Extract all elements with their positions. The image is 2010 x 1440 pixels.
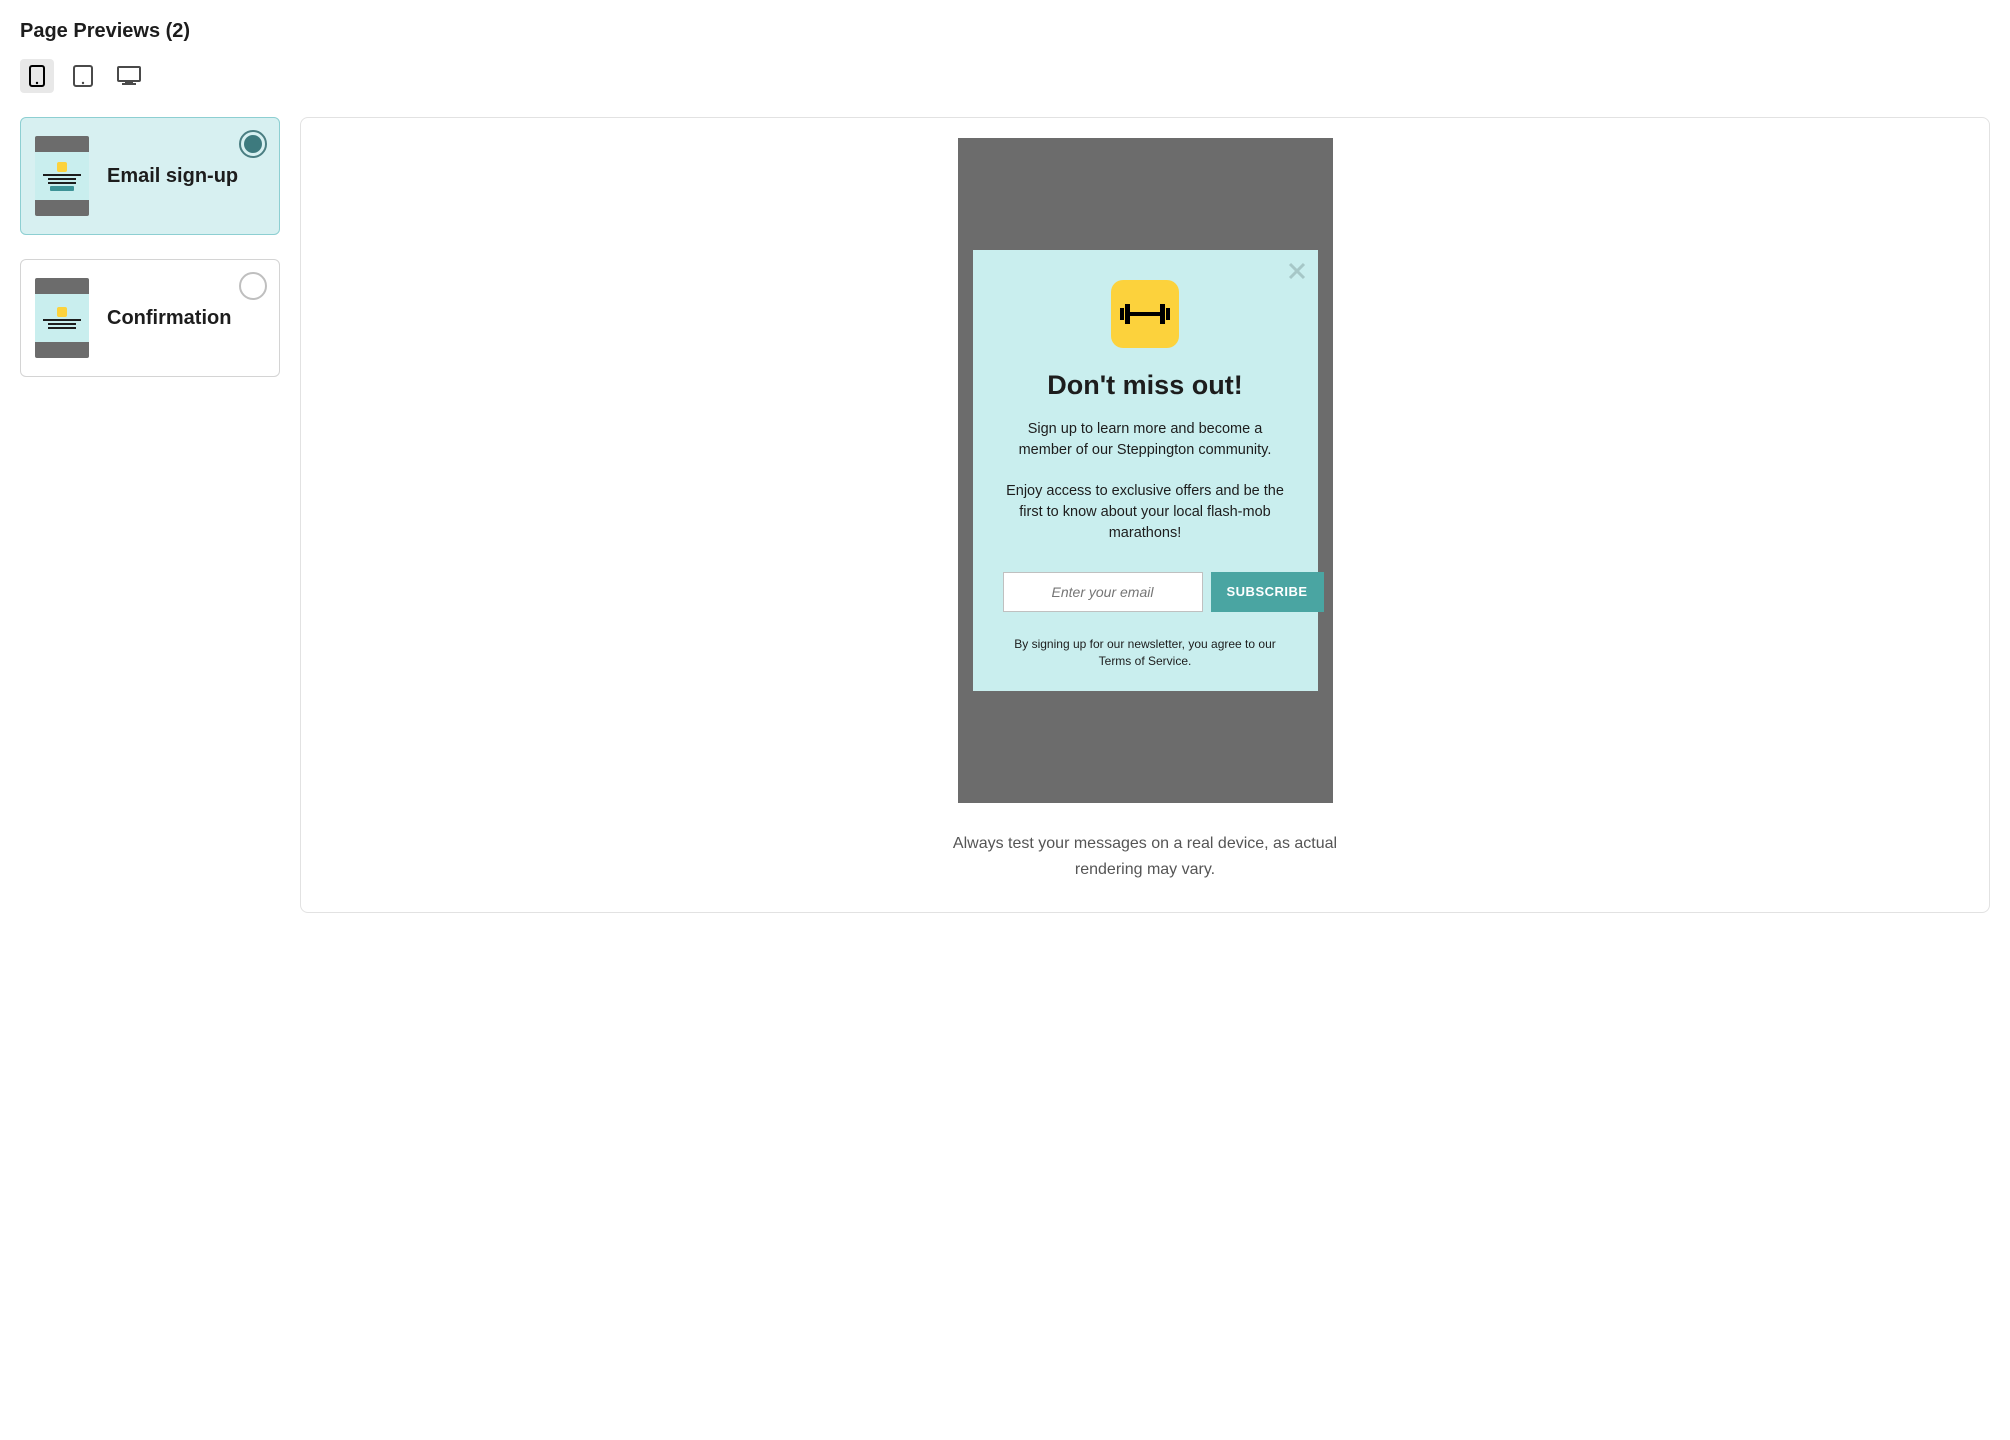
- signup-popup: Don't miss out! Sign up to learn more an…: [973, 250, 1318, 692]
- device-desktop-button[interactable]: [112, 59, 146, 93]
- popup-footer: By signing up for our newsletter, you ag…: [1003, 636, 1288, 670]
- preview-note: Always test your messages on a real devi…: [935, 831, 1355, 882]
- tablet-icon: [73, 65, 93, 87]
- popup-heading: Don't miss out!: [1003, 370, 1288, 401]
- desktop-icon: [117, 66, 141, 86]
- mobile-icon: [29, 65, 45, 87]
- page-card-confirmation[interactable]: Confirmation: [20, 259, 280, 377]
- page-title: Page Previews (2): [20, 20, 1990, 43]
- close-icon[interactable]: [1288, 262, 1306, 285]
- page-card-label: Email sign-up: [107, 164, 265, 188]
- dumbbell-icon: [1111, 280, 1179, 348]
- preview-pane: Don't miss out! Sign up to learn more an…: [300, 117, 1990, 913]
- page-radio-unselected[interactable]: [239, 272, 267, 300]
- page-thumbnail: [35, 278, 89, 358]
- page-card-email-signup[interactable]: Email sign-up: [20, 117, 280, 235]
- email-input[interactable]: [1003, 572, 1203, 612]
- page-list-sidebar: Email sign-up Confirmation: [20, 117, 280, 377]
- device-toggle: [20, 59, 1990, 93]
- page-thumbnail: [35, 136, 89, 216]
- subscribe-button[interactable]: SUBSCRIBE: [1211, 572, 1324, 612]
- device-frame: Don't miss out! Sign up to learn more an…: [958, 138, 1333, 803]
- page-radio-selected[interactable]: [239, 130, 267, 158]
- popup-body-p2: Enjoy access to exclusive offers and be …: [1003, 481, 1288, 544]
- device-mobile-button[interactable]: [20, 59, 54, 93]
- signup-form: SUBSCRIBE: [1003, 572, 1288, 612]
- popup-body: Sign up to learn more and become a membe…: [1003, 419, 1288, 544]
- device-tablet-button[interactable]: [66, 59, 100, 93]
- page-card-label: Confirmation: [107, 306, 265, 330]
- popup-body-p1: Sign up to learn more and become a membe…: [1003, 419, 1288, 461]
